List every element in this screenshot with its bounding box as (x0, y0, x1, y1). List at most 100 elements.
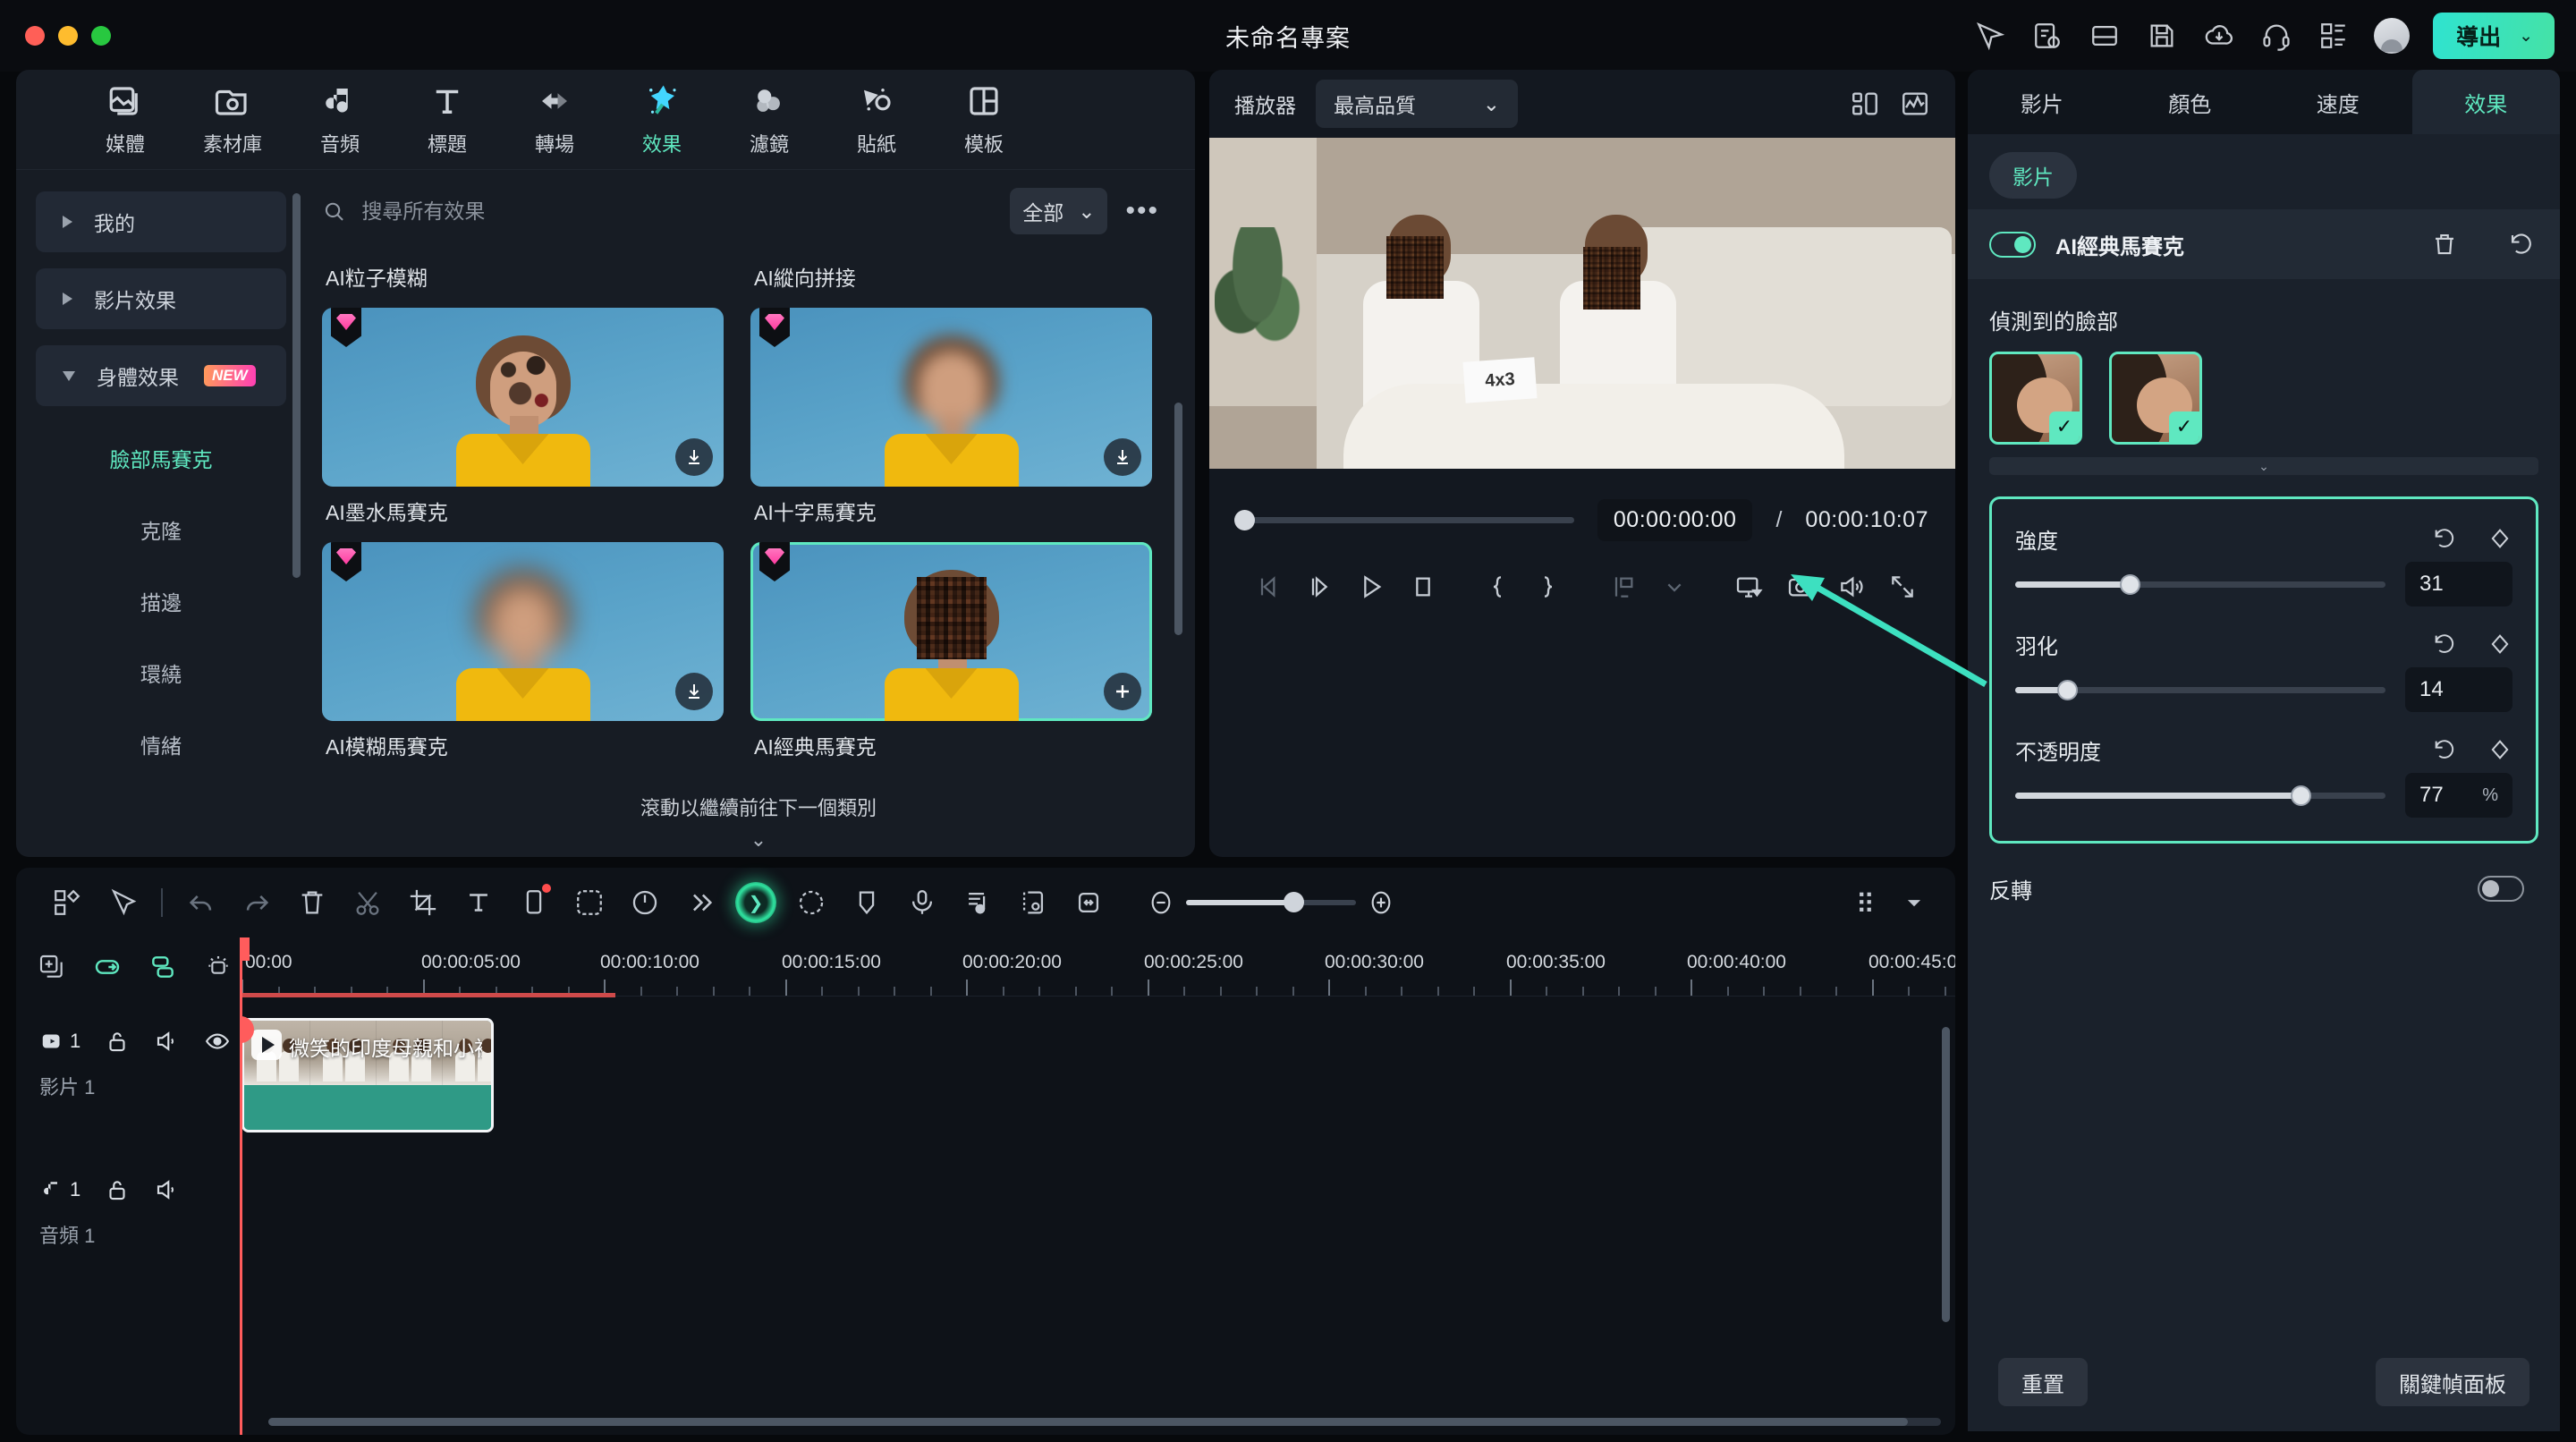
playback-quality-dropdown[interactable]: 最高品質 ⌄ (1316, 80, 1518, 128)
seek-handle[interactable] (1234, 509, 1255, 530)
slider-handle-intensity[interactable] (2120, 573, 2141, 595)
download-effect-button[interactable] (675, 438, 713, 476)
highlight-tool[interactable] (199, 947, 238, 987)
audio-ducking-tool[interactable] (950, 875, 1005, 930)
video-preview-stage[interactable]: 4x3 (1209, 138, 1955, 469)
effect-thumbnail[interactable] (322, 308, 724, 487)
slider-track-opacity[interactable] (2015, 785, 2385, 806)
zoom-slider-track[interactable] (1186, 892, 1356, 912)
add-effect-button[interactable] (1104, 673, 1141, 710)
timeline-horizontal-scrollbar[interactable] (268, 1418, 1941, 1426)
video-track-lane[interactable]: 微笑的印度母親和小初中女生... (240, 1005, 1955, 1149)
seek-bar[interactable] (1234, 509, 1574, 530)
trash-icon[interactable] (2431, 231, 2458, 258)
volume-button[interactable] (1826, 573, 1877, 601)
expand-faces-button[interactable]: ⌄ (1989, 457, 2538, 475)
save-icon[interactable] (2145, 19, 2179, 53)
undo-tool[interactable] (174, 875, 229, 930)
category-scrollbar[interactable] (292, 193, 301, 578)
video-clip[interactable]: 微笑的印度母親和小初中女生... (242, 1018, 494, 1132)
mark-out-button[interactable] (1523, 573, 1574, 601)
tab-template[interactable]: 模板 (930, 82, 1038, 157)
slider-handle-opacity[interactable] (2290, 785, 2311, 806)
mute-icon[interactable] (154, 1028, 181, 1055)
slider-handle-feather[interactable] (2056, 679, 2078, 700)
speed-tool[interactable] (617, 875, 673, 930)
tab-speed-props[interactable]: 速度 (2264, 70, 2412, 134)
group-tool[interactable] (143, 947, 182, 987)
effect-thumbnail[interactable] (750, 308, 1152, 487)
param-value-intensity[interactable]: 31 (2405, 562, 2512, 606)
timeline-ruler[interactable]: 00:00 00:00:05:00 00:00:10:00 00:00:15:0… (240, 937, 1955, 997)
fit-timeline-tool[interactable] (1061, 875, 1116, 930)
download-effect-button[interactable] (1104, 438, 1141, 476)
layout-grid-tool[interactable] (39, 875, 95, 930)
tab-filter[interactable]: 濾鏡 (716, 82, 823, 157)
silence-detect-tool[interactable] (1005, 875, 1061, 930)
minimize-window-button[interactable] (58, 26, 78, 46)
reset-icon[interactable] (2432, 526, 2457, 551)
tab-title[interactable]: 標題 (394, 82, 501, 157)
effect-thumbnail-selected[interactable] (750, 542, 1152, 721)
render-dropdown-caret-icon[interactable] (1896, 875, 1932, 930)
face-thumb-2[interactable]: ✓ (2109, 352, 2202, 445)
zoom-in-icon[interactable] (1356, 888, 1406, 917)
tab-stock-library[interactable]: 素材庫 (179, 82, 286, 157)
mute-icon[interactable] (154, 1176, 181, 1203)
prev-frame-button[interactable] (1243, 573, 1294, 601)
face-thumb-1[interactable]: ✓ (1989, 352, 2082, 445)
tab-audio[interactable]: 音頻 (286, 82, 394, 157)
audio-track-lane[interactable] (240, 1161, 1955, 1268)
playhead[interactable] (240, 937, 250, 1435)
delete-tool[interactable] (284, 875, 340, 930)
export-caret-icon[interactable]: ⌄ (2519, 26, 2544, 47)
reset-icon[interactable] (2432, 632, 2457, 657)
keyframe-diamond-icon[interactable] (2487, 526, 2512, 551)
effects-filter-dropdown[interactable]: 全部 ⌄ (1010, 188, 1108, 234)
current-timecode[interactable]: 00:00:00:00 (1597, 498, 1753, 541)
voiceover-tool[interactable] (894, 875, 950, 930)
subcategory-emotion[interactable]: 情緒 (36, 708, 286, 780)
send-icon[interactable] (1973, 19, 2007, 53)
category-body-effects[interactable]: 身體效果 NEW (36, 345, 286, 406)
tab-video-props[interactable]: 影片 (1968, 70, 2116, 134)
cloud-upload-icon[interactable] (2202, 19, 2236, 53)
tab-media[interactable]: 媒體 (72, 82, 179, 157)
task-list-icon[interactable] (2030, 19, 2064, 53)
apps-grid-icon[interactable] (2317, 19, 2351, 53)
tab-color-props[interactable]: 顏色 (2116, 70, 2265, 134)
reset-button[interactable]: 重置 (1998, 1358, 2088, 1406)
window-traffic-lights[interactable] (25, 26, 111, 46)
slider-track-intensity[interactable] (2015, 573, 2385, 595)
close-window-button[interactable] (25, 26, 45, 46)
timeline-vertical-scrollbar[interactable] (1942, 1027, 1950, 1322)
crop-tool[interactable] (395, 875, 451, 930)
auto-reframe-tool[interactable] (784, 875, 839, 930)
timeline-tracks-area[interactable]: 00:00 00:00:05:00 00:00:10:00 00:00:15:0… (240, 937, 1955, 1435)
headset-support-icon[interactable] (2259, 19, 2293, 53)
text-tool[interactable] (451, 875, 506, 930)
param-value-opacity[interactable]: 77 % (2405, 773, 2512, 818)
add-track-tool[interactable] (32, 947, 72, 987)
reset-icon[interactable] (2508, 231, 2535, 258)
marker-dropdown-icon[interactable] (1648, 573, 1699, 601)
marker-tool[interactable] (839, 875, 894, 930)
next-frame-button[interactable] (1294, 573, 1345, 601)
grid-view-icon[interactable] (1850, 89, 1880, 119)
effect-thumbnail[interactable] (322, 542, 724, 721)
mark-in-button[interactable] (1471, 573, 1522, 601)
keyframe-diamond-icon[interactable] (2487, 632, 2512, 657)
slider-track-feather[interactable] (2015, 679, 2385, 700)
zoom-slider-handle[interactable] (1283, 892, 1304, 912)
keyframe-diamond-icon[interactable] (2487, 737, 2512, 762)
mask-tool[interactable] (562, 875, 617, 930)
effect-enable-toggle[interactable] (1989, 231, 2036, 258)
fullscreen-button[interactable] (1877, 573, 1928, 601)
tab-transition[interactable]: 轉場 (501, 82, 608, 157)
select-cursor-tool[interactable] (95, 875, 150, 930)
keyframe-panel-button[interactable]: 關鍵幀面板 (2376, 1358, 2529, 1406)
param-value-feather[interactable]: 14 (2405, 667, 2512, 712)
stop-button[interactable] (1397, 573, 1448, 601)
reset-icon[interactable] (2432, 737, 2457, 762)
effects-grid-scrollbar[interactable] (1174, 403, 1182, 635)
